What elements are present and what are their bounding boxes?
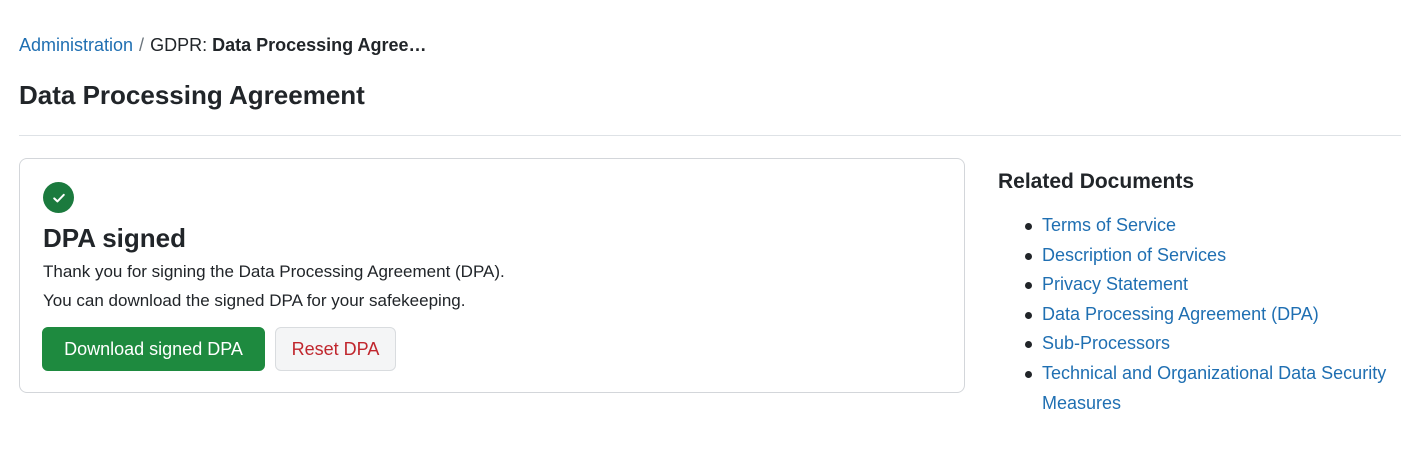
related-document-item: Description of Services <box>1025 241 1410 271</box>
related-documents-panel: Related Documents Terms of Service Descr… <box>998 168 1410 418</box>
related-documents-title: Related Documents <box>998 170 1195 193</box>
related-document-item: Terms of Service <box>1025 211 1410 241</box>
check-circle-icon <box>43 182 74 213</box>
page-title: Data Processing Agreement <box>19 80 365 110</box>
page: Administration / GDPR: Data Processing Agr… <box>0 0 1414 451</box>
breadcrumb: Administration / GDPR: Data Processing Agr… <box>19 33 427 57</box>
description-of-services-link[interactable]: Description of Services <box>1042 245 1226 265</box>
sub-processors-link[interactable]: Sub-Processors <box>1042 333 1170 353</box>
breadcrumb-administration-link[interactable]: Administration <box>19 35 133 55</box>
related-document-item: Data Processing Agreement (DPA) <box>1025 300 1410 330</box>
dpa-thanks-text: Thank you for signing the Data Processin… <box>43 262 505 281</box>
breadcrumb-separator: / <box>139 35 145 55</box>
related-document-item: Sub-Processors <box>1025 329 1410 359</box>
dpa-status-title: DPA signed <box>43 223 187 253</box>
breadcrumb-current-prefix: GDPR: <box>150 35 208 55</box>
data-processing-agreement-link[interactable]: Data Processing Agreement (DPA) <box>1042 304 1319 324</box>
header-divider <box>19 135 1401 136</box>
related-document-item: Privacy Statement <box>1025 270 1410 300</box>
related-document-item: Technical and Organizational Data Securi… <box>1025 359 1410 418</box>
dpa-status-card: DPA signed Thank you for signing the Dat… <box>19 158 965 393</box>
reset-dpa-button[interactable]: Reset DPA <box>275 327 396 371</box>
dpa-download-hint-text: You can download the signed DPA for your… <box>43 291 466 310</box>
privacy-statement-link[interactable]: Privacy Statement <box>1042 274 1188 294</box>
related-documents-list: Terms of Service Description of Services… <box>998 211 1410 418</box>
terms-of-service-link[interactable]: Terms of Service <box>1042 215 1176 235</box>
data-security-measures-link[interactable]: Technical and Organizational Data Securi… <box>1042 363 1386 413</box>
download-signed-dpa-button[interactable]: Download signed DPA <box>42 327 265 371</box>
breadcrumb-current-page: Data Processing Agree… <box>212 35 427 55</box>
